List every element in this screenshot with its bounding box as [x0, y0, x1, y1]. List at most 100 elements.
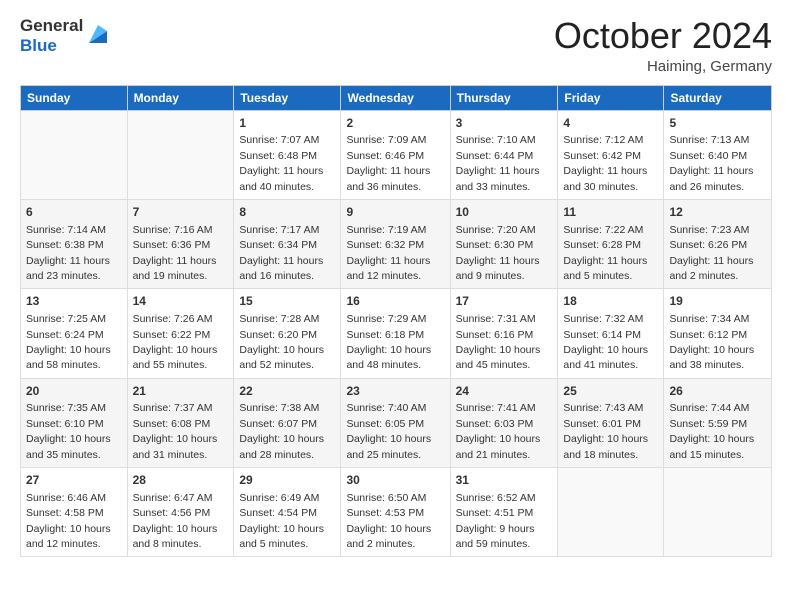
- table-row: 10 Sunrise: 7:20 AMSunset: 6:30 PMDayligh…: [450, 199, 558, 288]
- day-number: 31: [456, 472, 553, 489]
- table-row: 24 Sunrise: 7:41 AMSunset: 6:03 PMDayligh…: [450, 378, 558, 467]
- table-row: 16Sunrise: 7:29 AMSunset: 6:18 PMDayligh…: [341, 289, 450, 378]
- table-row: 8 Sunrise: 7:17 AMSunset: 6:34 PMDaylight…: [234, 199, 341, 288]
- day-number: 29: [239, 472, 335, 489]
- table-row: 1 Sunrise: 7:07 AMSunset: 6:48 PMDaylight…: [234, 110, 341, 199]
- table-row: [21, 110, 128, 199]
- table-row: 4 Sunrise: 7:12 AMSunset: 6:42 PMDaylight…: [558, 110, 664, 199]
- day-number: 6: [26, 204, 122, 221]
- day-info: Sunrise: 6:52 AMSunset: 4:51 PMDaylight:…: [456, 492, 536, 550]
- table-row: 14 Sunrise: 7:26 AMSunset: 6:22 PMDayligh…: [127, 289, 234, 378]
- day-number: 24: [456, 383, 553, 400]
- day-info: Sunrise: 7:32 AMSunset: 6:14 PMDaylight:…: [563, 313, 648, 371]
- day-number: 7: [133, 204, 229, 221]
- day-info: Sunrise: 6:50 AMSunset: 4:53 PMDaylight:…: [346, 492, 431, 550]
- table-row: 28Sunrise: 6:47 AMSunset: 4:56 PMDayligh…: [127, 468, 234, 557]
- day-info: Sunrise: 7:41 AMSunset: 6:03 PMDaylight:…: [456, 402, 541, 460]
- day-info: Sunrise: 7:44 AMSunset: 5:59 PMDaylight:…: [669, 402, 754, 460]
- table-row: 5Sunrise: 7:13 AMSunset: 6:40 PMDaylight…: [664, 110, 772, 199]
- col-sunday: Sunday: [21, 85, 128, 110]
- table-row: 21Sunrise: 7:37 AMSunset: 6:08 PMDayligh…: [127, 378, 234, 467]
- table-row: 15 Sunrise: 7:28 AMSunset: 6:20 PMDayligh…: [234, 289, 341, 378]
- table-row: 30 Sunrise: 6:50 AMSunset: 4:53 PMDayligh…: [341, 468, 450, 557]
- day-info: Sunrise: 7:38 AMSunset: 6:07 PMDaylight:…: [239, 402, 324, 460]
- day-number: 20: [26, 383, 122, 400]
- table-row: 19Sunrise: 7:34 AMSunset: 6:12 PMDayligh…: [664, 289, 772, 378]
- table-row: 13 Sunrise: 7:25 AMSunset: 6:24 PMDayligh…: [21, 289, 128, 378]
- day-number: 15: [239, 293, 335, 310]
- day-number: 8: [239, 204, 335, 221]
- day-number: 30: [346, 472, 444, 489]
- day-number: 16: [346, 293, 444, 310]
- table-row: 31 Sunrise: 6:52 AMSunset: 4:51 PMDayligh…: [450, 468, 558, 557]
- day-info: Sunrise: 7:23 AMSunset: 6:26 PMDaylight:…: [669, 224, 753, 282]
- logo-general-text: General: [20, 16, 83, 36]
- day-info: Sunrise: 7:12 AMSunset: 6:42 PMDaylight:…: [563, 134, 647, 192]
- day-number: 22: [239, 383, 335, 400]
- day-number: 4: [563, 115, 658, 132]
- day-number: 2: [346, 115, 444, 132]
- day-number: 13: [26, 293, 122, 310]
- title-location: Haiming, Germany: [554, 58, 772, 75]
- col-tuesday: Tuesday: [234, 85, 341, 110]
- col-monday: Monday: [127, 85, 234, 110]
- calendar-week-5: 27Sunrise: 6:46 AMSunset: 4:58 PMDayligh…: [21, 468, 772, 557]
- table-row: 3 Sunrise: 7:10 AMSunset: 6:44 PMDaylight…: [450, 110, 558, 199]
- table-row: 22 Sunrise: 7:38 AMSunset: 6:07 PMDayligh…: [234, 378, 341, 467]
- day-info: Sunrise: 7:25 AMSunset: 6:24 PMDaylight:…: [26, 313, 111, 371]
- table-row: 25 Sunrise: 7:43 AMSunset: 6:01 PMDayligh…: [558, 378, 664, 467]
- day-number: 28: [133, 472, 229, 489]
- table-row: 23Sunrise: 7:40 AMSunset: 6:05 PMDayligh…: [341, 378, 450, 467]
- day-info: Sunrise: 6:46 AMSunset: 4:58 PMDaylight:…: [26, 492, 111, 550]
- logo-blue-text: Blue: [20, 36, 83, 56]
- calendar-week-1: 1 Sunrise: 7:07 AMSunset: 6:48 PMDaylight…: [21, 110, 772, 199]
- table-row: 9Sunrise: 7:19 AMSunset: 6:32 PMDaylight…: [341, 199, 450, 288]
- day-info: Sunrise: 7:28 AMSunset: 6:20 PMDaylight:…: [239, 313, 324, 371]
- day-info: Sunrise: 7:07 AMSunset: 6:48 PMDaylight:…: [239, 134, 323, 192]
- table-row: 11Sunrise: 7:22 AMSunset: 6:28 PMDayligh…: [558, 199, 664, 288]
- day-info: Sunrise: 7:40 AMSunset: 6:05 PMDaylight:…: [346, 402, 431, 460]
- table-row: 2 Sunrise: 7:09 AMSunset: 6:46 PMDaylight…: [341, 110, 450, 199]
- day-info: Sunrise: 7:17 AMSunset: 6:34 PMDaylight:…: [239, 224, 323, 282]
- day-info: Sunrise: 6:49 AMSunset: 4:54 PMDaylight:…: [239, 492, 324, 550]
- table-row: 12Sunrise: 7:23 AMSunset: 6:26 PMDayligh…: [664, 199, 772, 288]
- day-info: Sunrise: 7:37 AMSunset: 6:08 PMDaylight:…: [133, 402, 218, 460]
- day-info: Sunrise: 7:09 AMSunset: 6:46 PMDaylight:…: [346, 134, 430, 192]
- title-block: October 2024 Haiming, Germany: [554, 16, 772, 75]
- day-number: 17: [456, 293, 553, 310]
- table-row: [127, 110, 234, 199]
- day-number: 11: [563, 204, 658, 221]
- table-row: 27Sunrise: 6:46 AMSunset: 4:58 PMDayligh…: [21, 468, 128, 557]
- col-saturday: Saturday: [664, 85, 772, 110]
- calendar-header-row: Sunday Monday Tuesday Wednesday Thursday…: [21, 85, 772, 110]
- logo: General Blue: [20, 16, 111, 55]
- title-month: October 2024: [554, 16, 772, 56]
- calendar-week-3: 13 Sunrise: 7:25 AMSunset: 6:24 PMDayligh…: [21, 289, 772, 378]
- day-info: Sunrise: 7:20 AMSunset: 6:30 PMDaylight:…: [456, 224, 540, 282]
- day-info: Sunrise: 7:34 AMSunset: 6:12 PMDaylight:…: [669, 313, 754, 371]
- col-wednesday: Wednesday: [341, 85, 450, 110]
- day-number: 5: [669, 115, 766, 132]
- table-row: 6 Sunrise: 7:14 AMSunset: 6:38 PMDaylight…: [21, 199, 128, 288]
- day-info: Sunrise: 7:10 AMSunset: 6:44 PMDaylight:…: [456, 134, 540, 192]
- day-number: 1: [239, 115, 335, 132]
- day-info: Sunrise: 7:14 AMSunset: 6:38 PMDaylight:…: [26, 224, 110, 282]
- day-number: 25: [563, 383, 658, 400]
- col-thursday: Thursday: [450, 85, 558, 110]
- day-number: 26: [669, 383, 766, 400]
- table-row: 26 Sunrise: 7:44 AMSunset: 5:59 PMDayligh…: [664, 378, 772, 467]
- table-row: [664, 468, 772, 557]
- day-info: Sunrise: 7:43 AMSunset: 6:01 PMDaylight:…: [563, 402, 648, 460]
- day-number: 3: [456, 115, 553, 132]
- col-friday: Friday: [558, 85, 664, 110]
- day-number: 14: [133, 293, 229, 310]
- day-number: 10: [456, 204, 553, 221]
- table-row: [558, 468, 664, 557]
- calendar-table: Sunday Monday Tuesday Wednesday Thursday…: [20, 85, 772, 558]
- calendar-page: General Blue October 2024 Haiming, Germa…: [0, 0, 792, 612]
- day-info: Sunrise: 7:31 AMSunset: 6:16 PMDaylight:…: [456, 313, 541, 371]
- day-number: 9: [346, 204, 444, 221]
- table-row: 18 Sunrise: 7:32 AMSunset: 6:14 PMDayligh…: [558, 289, 664, 378]
- day-number: 18: [563, 293, 658, 310]
- day-info: Sunrise: 7:26 AMSunset: 6:22 PMDaylight:…: [133, 313, 218, 371]
